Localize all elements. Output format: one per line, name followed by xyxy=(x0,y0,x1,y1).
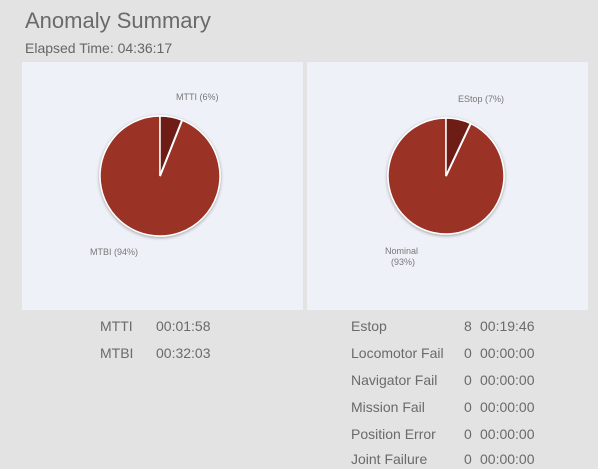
stat-name: Position Error xyxy=(351,426,436,442)
pie-label-nominal: Nominal (93%) xyxy=(385,246,418,268)
stat-name: Locomotor Fail xyxy=(351,345,444,361)
pie-label-mtti: MTTI (6%) xyxy=(176,92,219,102)
mtti-mtbi-pie-panel: MTTI (6%) MTBI (94%) xyxy=(22,62,303,310)
stat-name: MTTI xyxy=(100,318,133,334)
page-title: Anomaly Summary xyxy=(25,8,211,33)
elapsed-time-value: 04:36:17 xyxy=(117,40,173,56)
stat-time: 00:00:00 xyxy=(480,399,535,415)
pie-label-estop: EStop (7%) xyxy=(458,94,505,104)
pie-label-nominal-percent: (93%) xyxy=(391,257,416,267)
stat-count: 0 xyxy=(464,372,472,388)
stat-count: 8 xyxy=(464,318,472,334)
estop-nominal-pie-chart xyxy=(387,117,505,235)
stat-time: 00:00:00 xyxy=(480,426,535,442)
stat-count: 0 xyxy=(464,345,472,361)
stat-name: MTBI xyxy=(100,345,134,361)
stat-time: 00:01:58 xyxy=(156,318,211,334)
stat-time: 00:19:46 xyxy=(480,318,535,334)
stat-count: 0 xyxy=(464,426,472,442)
mtti-mtbi-pie-chart xyxy=(99,115,221,237)
pie-label-nominal-name: Nominal xyxy=(385,246,419,256)
stat-name: Estop xyxy=(351,318,387,334)
stat-count: 0 xyxy=(464,451,472,467)
elapsed-time-label: Elapsed Time: xyxy=(25,40,114,56)
stat-time: 00:00:00 xyxy=(480,345,535,361)
elapsed-time: Elapsed Time: 04:36:17 xyxy=(25,40,172,56)
stat-time: 00:00:00 xyxy=(480,372,535,388)
stat-name: Navigator Fail xyxy=(351,372,438,388)
estop-nominal-pie-panel: EStop (7%) Nominal (93%) xyxy=(307,62,588,310)
stat-time: 00:32:03 xyxy=(156,345,211,361)
stat-name: Joint Failure xyxy=(351,451,428,467)
stat-name: Mission Fail xyxy=(351,399,425,415)
stat-time: 00:00:00 xyxy=(480,451,535,467)
stat-count: 0 xyxy=(464,399,472,415)
pie-label-mtbi: MTBI (94%) xyxy=(90,247,139,257)
